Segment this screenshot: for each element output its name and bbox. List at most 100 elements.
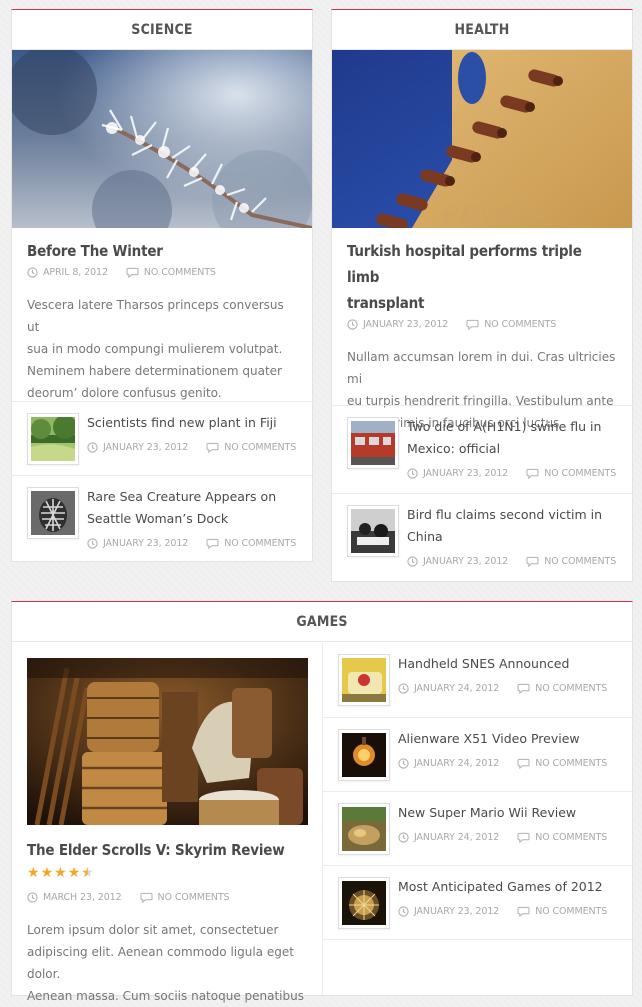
featured-post-health: Turkish hospital performs triple limb tr…: [332, 228, 632, 434]
list-item-title[interactable]: Two die of A(H1N1) swine flu in Mexico: …: [407, 416, 601, 460]
comment-icon: [206, 538, 219, 549]
featured-image-barrels[interactable]: [27, 658, 308, 825]
comment-icon: [517, 906, 530, 917]
comment-icon: [517, 758, 530, 769]
list-item-title[interactable]: Most Anticipated Games of 2012: [398, 876, 603, 898]
list-item[interactable]: Rare Sea Creature Appears on Seattle Wom…: [12, 475, 312, 563]
comment-icon: [526, 468, 539, 479]
list-item[interactable]: Two die of A(H1N1) swine flu in Mexico: …: [332, 405, 632, 493]
featured-excerpt: Lorem ipsum dolor sit amet, consectetuer…: [12, 919, 323, 1007]
post-meta: JANUARY 24, 2012 NO COMMENTS: [398, 680, 607, 696]
post-date: APRIL 8, 2012: [43, 266, 108, 278]
games-widget: GAMES The Elder Scrolls V: Skyrim Review…: [11, 601, 633, 1003]
comment-icon: [517, 683, 530, 694]
clock-icon: [398, 906, 409, 917]
post-date: JANUARY 24, 2012: [414, 682, 500, 694]
featured-title[interactable]: Turkish hospital performs triple limb tr…: [332, 238, 632, 316]
list-item[interactable]: Alienware X51 Video Preview JANUARY 24, …: [323, 717, 632, 791]
star-icon: ★: [40, 865, 54, 881]
list-item-title[interactable]: Scientists find new plant in Fiji: [87, 412, 277, 434]
post-meta: JANUARY 23, 2012 NO COMMENTS: [332, 316, 632, 332]
comment-icon: [466, 319, 479, 330]
excerpt-line: sua in modo compungi mulierem volutpat.: [27, 342, 283, 356]
list-item-title[interactable]: Bird flu claims second victim in China: [407, 504, 602, 548]
watermark-text: envato: [442, 195, 544, 228]
excerpt-line: Vescera latere Tharsos princeps conversu…: [27, 298, 284, 334]
post-meta: APRIL 8, 2012 NO COMMENTS: [12, 264, 312, 280]
featured-title[interactable]: Before The Winter: [12, 238, 312, 264]
list-item-title[interactable]: Handheld SNES Announced: [398, 653, 569, 675]
comment-icon: [140, 892, 153, 903]
list-item[interactable]: Scientists find new plant in Fiji JANUAR…: [12, 401, 312, 475]
post-date: JANUARY 24, 2012: [414, 757, 500, 769]
thumbnail-image[interactable]: [338, 654, 390, 706]
list-item[interactable]: Most Anticipated Games of 2012 JANUARY 2…: [323, 865, 632, 939]
post-date: JANUARY 23, 2012: [103, 441, 189, 453]
comments-link[interactable]: NO COMMENTS: [544, 556, 616, 567]
list-item-title[interactable]: New Super Mario Wii Review: [398, 802, 576, 824]
title-line: Two die of A(H1N1) swine flu in: [407, 419, 602, 434]
post-meta: JANUARY 23, 2012 NO COMMENTS: [87, 535, 296, 551]
clock-icon: [398, 758, 409, 769]
excerpt-line: Neminem habere determinationem quater: [27, 364, 282, 378]
clock-icon: [407, 468, 418, 479]
featured-image-abacus[interactable]: envato: [332, 50, 632, 228]
excerpt-line: Nullam accumsan lorem in dui. Cras ultri…: [347, 350, 616, 386]
comments-link[interactable]: NO COMMENTS: [535, 758, 607, 769]
post-date: MARCH 23, 2012: [43, 891, 122, 903]
title-line: Bird flu claims second victim in: [407, 507, 603, 522]
list-item[interactable]: New Super Mario Wii Review JANUARY 24, 2…: [323, 791, 632, 865]
clock-icon: [27, 267, 38, 278]
post-date: JANUARY 23, 2012: [363, 318, 449, 330]
star-icon: ★: [54, 865, 67, 881]
post-meta: JANUARY 23, 2012 NO COMMENTS: [398, 903, 607, 919]
comments-link[interactable]: NO COMMENTS: [484, 319, 556, 330]
thumbnail-image[interactable]: [27, 413, 79, 465]
post-meta: JANUARY 23, 2012 NO COMMENTS: [407, 465, 616, 481]
featured-excerpt: Vescera latere Tharsos princeps conversu…: [12, 294, 312, 404]
comments-link[interactable]: NO COMMENTS: [158, 892, 230, 903]
thumbnail-image[interactable]: [347, 505, 399, 557]
post-meta: JANUARY 24, 2012 NO COMMENTS: [398, 755, 607, 771]
featured-image-frost[interactable]: [12, 50, 312, 228]
list-item-title[interactable]: Alienware X51 Video Preview: [398, 728, 580, 750]
title-line: transplant: [347, 294, 425, 312]
rating-stars: ★ ★ ★ ★ ★: [12, 866, 94, 880]
comments-link[interactable]: NO COMMENTS: [224, 538, 296, 549]
excerpt-line: Lorem ipsum dolor sit amet, consectetuer: [27, 923, 279, 937]
excerpt-line: adipiscing elit. Aenean commodo ligula e…: [27, 945, 294, 981]
health-heading: HEALTH: [332, 10, 632, 50]
title-line: Seattle Woman’s Dock: [87, 511, 229, 526]
comments-link[interactable]: NO COMMENTS: [535, 832, 607, 843]
comments-link[interactable]: NO COMMENTS: [224, 442, 296, 453]
comment-icon: [126, 267, 139, 278]
clock-icon: [407, 556, 418, 567]
list-item[interactable]: Handheld SNES Announced JANUARY 24, 2012…: [323, 643, 632, 717]
clock-icon: [27, 892, 38, 903]
thumbnail-image[interactable]: [338, 877, 390, 929]
post-date: JANUARY 23, 2012: [414, 905, 500, 917]
thumbnail-image[interactable]: [338, 803, 390, 855]
post-meta: JANUARY 24, 2012 NO COMMENTS: [398, 829, 607, 845]
thumbnail-image[interactable]: [338, 729, 390, 781]
thumbnail-image[interactable]: [347, 417, 399, 469]
featured-title[interactable]: The Elder Scrolls V: Skyrim Review: [12, 837, 299, 863]
clock-icon: [87, 442, 98, 453]
thumbnail-image[interactable]: [27, 487, 79, 539]
list-item[interactable]: Bird flu claims second victim in China J…: [332, 493, 632, 582]
star-icon: ★: [27, 865, 40, 881]
excerpt-line: Aenean massa. Cum sociis natoque penatib…: [27, 989, 304, 1003]
comments-link[interactable]: NO COMMENTS: [144, 267, 216, 278]
clock-icon: [398, 832, 409, 843]
comments-link[interactable]: NO COMMENTS: [535, 683, 607, 694]
comments-link[interactable]: NO COMMENTS: [544, 468, 616, 479]
science-widget: SCIENCE Before The Winter APRIL 8, 2012 …: [11, 9, 313, 562]
science-heading: SCIENCE: [12, 10, 312, 50]
post-date: JANUARY 23, 2012: [423, 467, 509, 479]
games-list-column: Handheld SNES Announced JANUARY 24, 2012…: [323, 643, 632, 995]
list-bottom-divider: [323, 939, 632, 940]
list-item-title[interactable]: Rare Sea Creature Appears on Seattle Wom…: [87, 486, 276, 530]
clock-icon: [347, 319, 358, 330]
comments-link[interactable]: NO COMMENTS: [535, 906, 607, 917]
clock-icon: [398, 683, 409, 694]
